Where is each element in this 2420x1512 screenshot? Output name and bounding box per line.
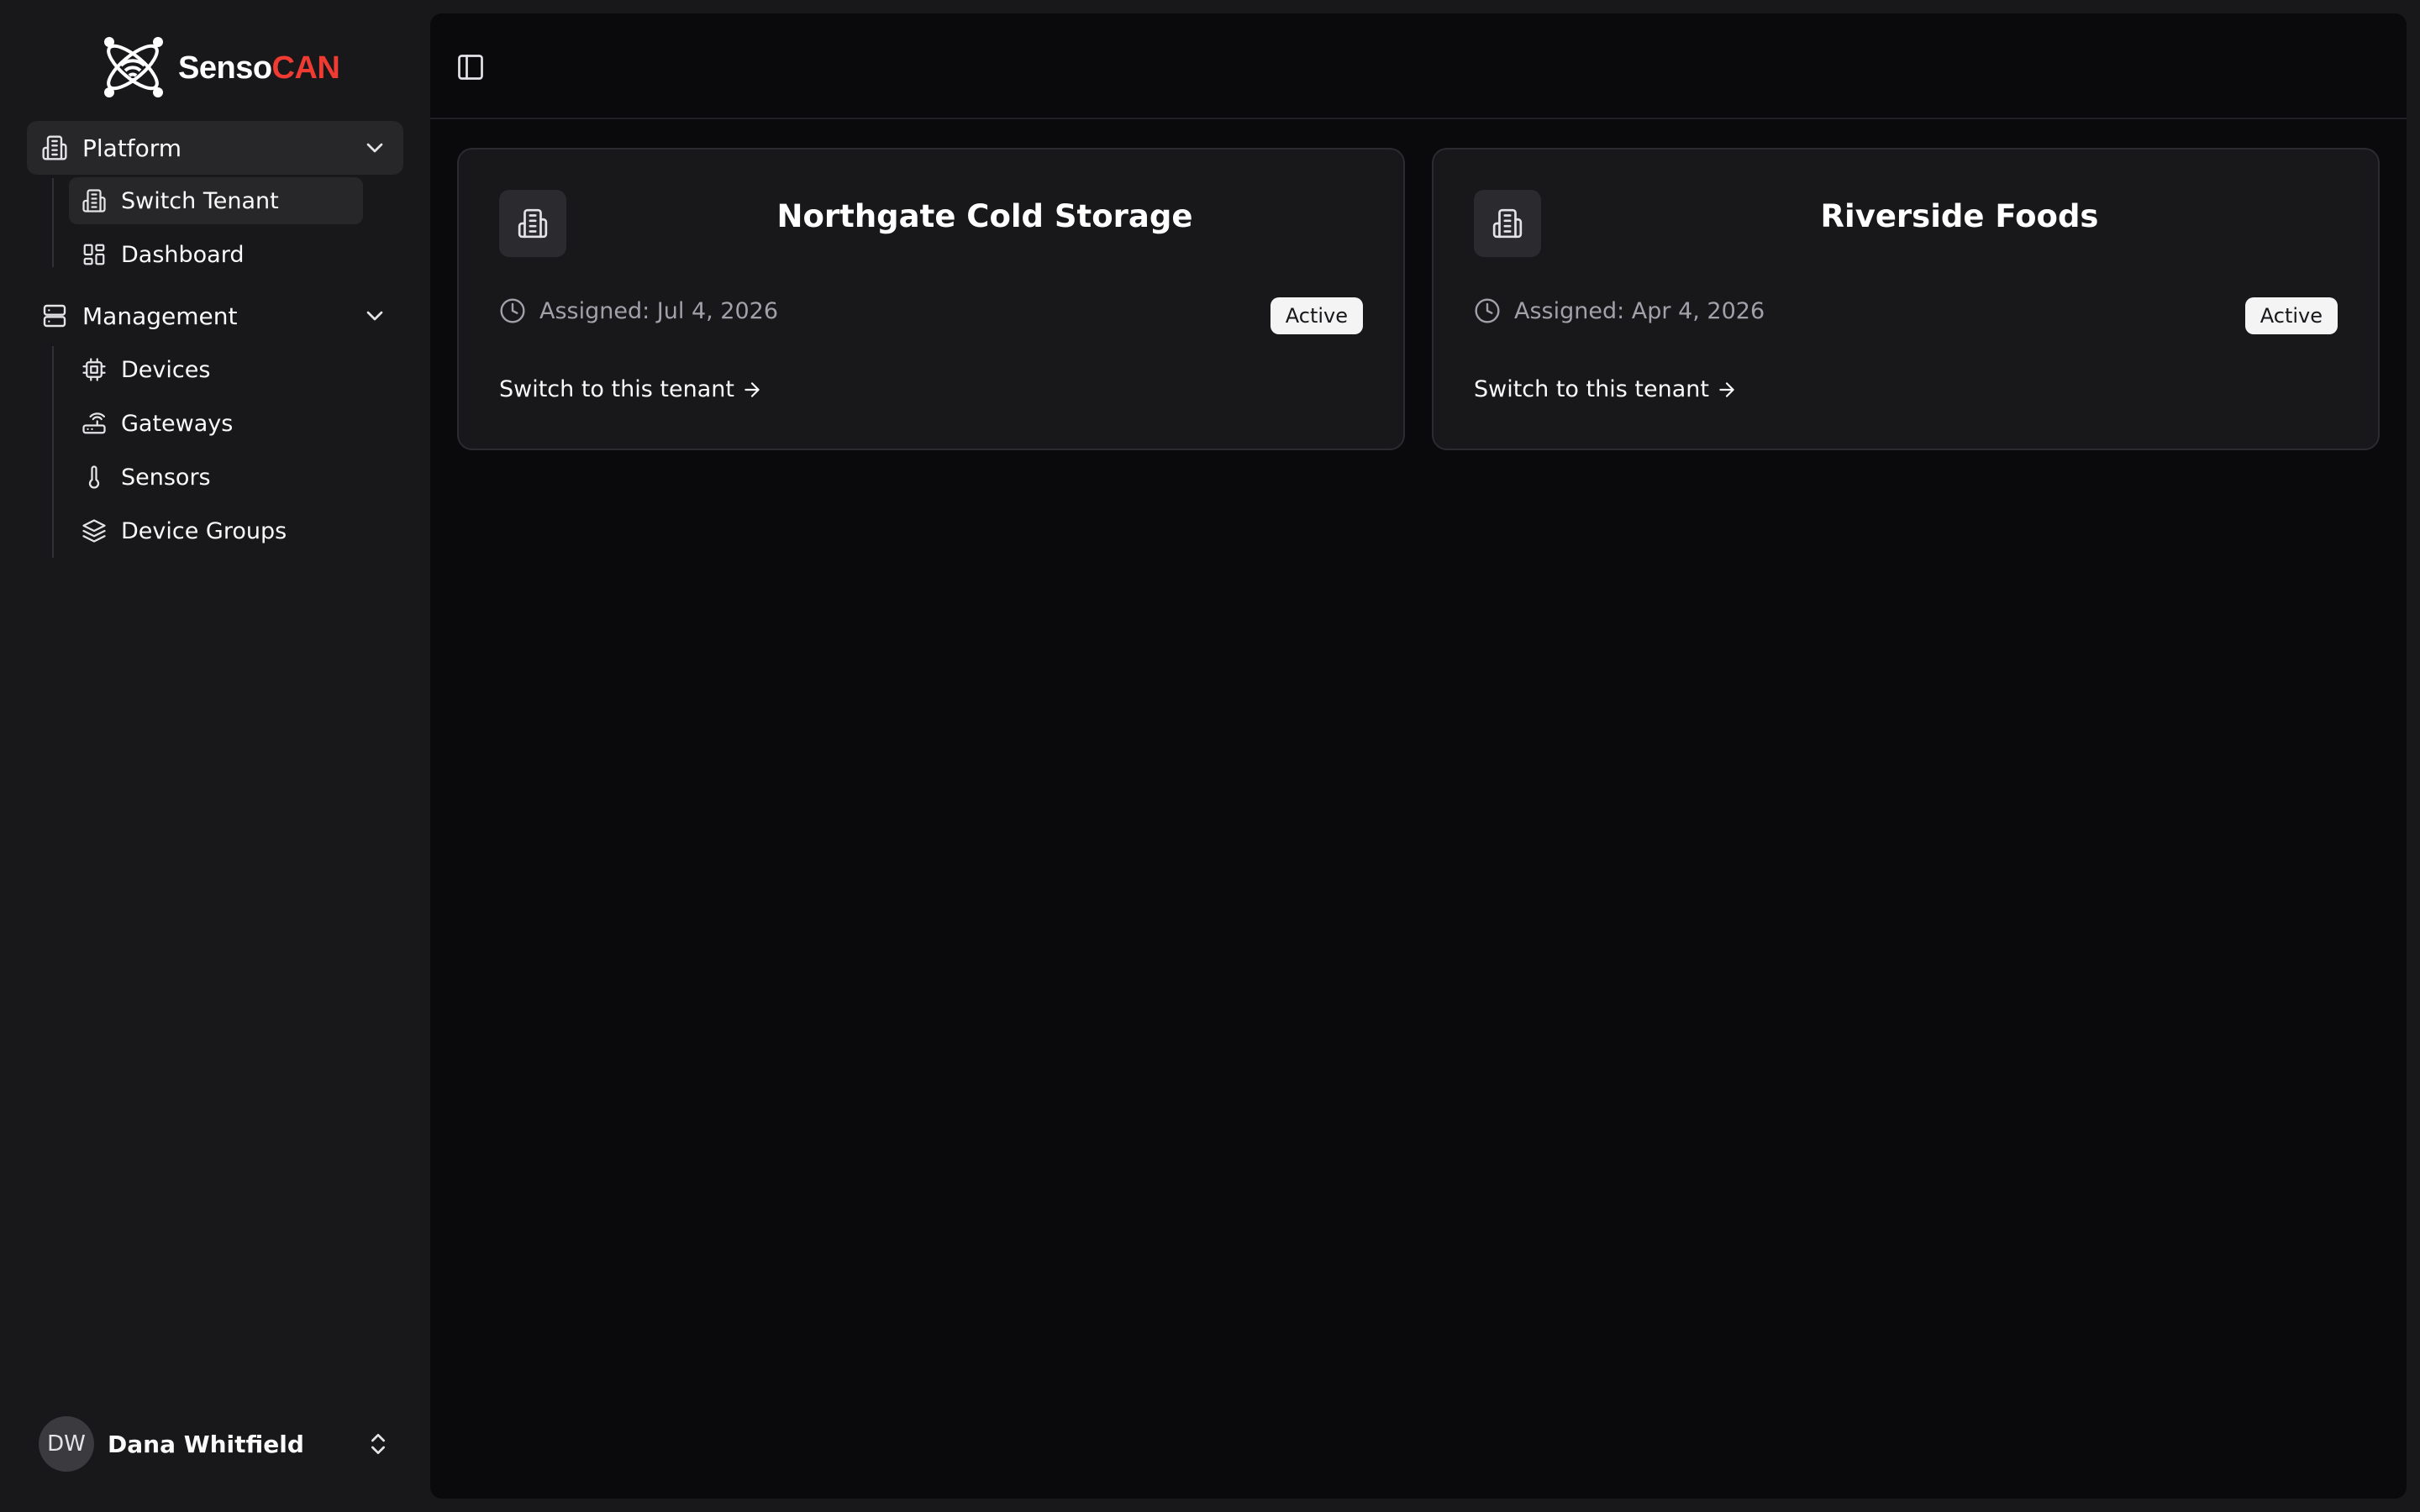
building-icon <box>40 134 69 162</box>
status-badge: Active <box>1270 297 1363 334</box>
brand-name-accent: CAN <box>271 50 340 86</box>
tenant-card: Northgate Cold Storage Assigned: Jul 4, … <box>457 148 1405 450</box>
sidebar-item-label: Sensors <box>121 464 211 491</box>
nav-group-label: Management <box>82 302 238 330</box>
brand-name: SensoCAN <box>178 50 340 87</box>
cpu-icon <box>81 356 108 383</box>
nav-group-label: Platform <box>82 134 182 162</box>
clock-icon <box>500 298 525 323</box>
assigned-text: Assigned: Apr 4, 2026 <box>1514 297 1765 324</box>
building-icon <box>81 187 108 214</box>
atom-wifi-logo-icon <box>104 37 163 97</box>
sidebar-item-gateways[interactable]: Gateways <box>69 400 363 447</box>
tenant-assigned-date: Assigned: Jul 4, 2026 <box>499 297 778 324</box>
switch-tenant-label: Switch to this tenant <box>1474 376 1709 402</box>
user-menu[interactable]: DW Dana Whitfield <box>39 1416 392 1472</box>
sidebar-item-switch-tenant[interactable]: Switch Tenant <box>69 177 363 224</box>
sidebar-item-label: Dashboard <box>121 241 245 268</box>
clock-icon <box>1475 298 1500 323</box>
sidebar-item-label: Gateways <box>121 410 234 437</box>
nav-group-management[interactable]: Management <box>27 289 403 343</box>
building-icon <box>499 190 566 257</box>
sidebar-item-label: Devices <box>121 356 211 383</box>
sidebar-item-device-groups[interactable]: Device Groups <box>69 507 363 554</box>
chevron-down-icon[interactable] <box>361 302 388 329</box>
building-icon <box>1474 190 1541 257</box>
chevrons-up-down-icon <box>371 1434 385 1454</box>
sidebar-item-label: Device Groups <box>121 517 287 544</box>
sidebar-item-dashboard[interactable]: Dashboard <box>69 231 363 278</box>
assigned-text: Assigned: Jul 4, 2026 <box>539 297 779 324</box>
main-content: Northgate Cold Storage Assigned: Jul 4, … <box>430 13 2407 1499</box>
sidebar-item-sensors[interactable]: Sensors <box>69 454 363 501</box>
chevron-down-icon[interactable] <box>361 134 388 161</box>
sidebar-item-label: Switch Tenant <box>121 187 279 214</box>
status-badge: Active <box>2244 297 2338 334</box>
top-bar <box>430 13 2407 119</box>
tenant-name: Northgate Cold Storage <box>776 198 1193 234</box>
dashboard-icon <box>81 241 108 268</box>
tenant-name: Riverside Foods <box>1820 198 2099 234</box>
nav-group-platform[interactable]: Platform <box>27 121 403 175</box>
sidebar-item-devices[interactable]: Devices <box>69 346 363 393</box>
nav-tree-line <box>52 346 54 558</box>
router-icon <box>81 410 108 437</box>
tenant-card: Riverside Foods Assigned: Apr 4, 2026 Ac… <box>1432 148 2380 450</box>
user-name: Dana Whitfield <box>108 1430 304 1458</box>
sidebar: SensoCAN Platform Switch Tenant Dashboar… <box>0 0 430 1512</box>
sidebar-toggle-icon[interactable] <box>455 52 486 82</box>
arrow-right-icon <box>1719 381 1734 397</box>
layers-icon <box>81 517 108 544</box>
avatar: DW <box>39 1416 94 1472</box>
server-icon <box>40 302 69 330</box>
brand-logo[interactable]: SensoCAN <box>99 30 340 106</box>
brand-name-primary: Senso <box>178 50 272 86</box>
arrow-right-icon <box>744 381 760 397</box>
switch-tenant-link[interactable]: Switch to this tenant <box>1474 376 1738 402</box>
switch-tenant-label: Switch to this tenant <box>499 376 734 402</box>
switch-tenant-link[interactable]: Switch to this tenant <box>499 376 763 402</box>
nav-tree-line <box>52 178 54 267</box>
thermometer-icon <box>81 464 108 491</box>
tenant-assigned-date: Assigned: Apr 4, 2026 <box>1474 297 1765 324</box>
